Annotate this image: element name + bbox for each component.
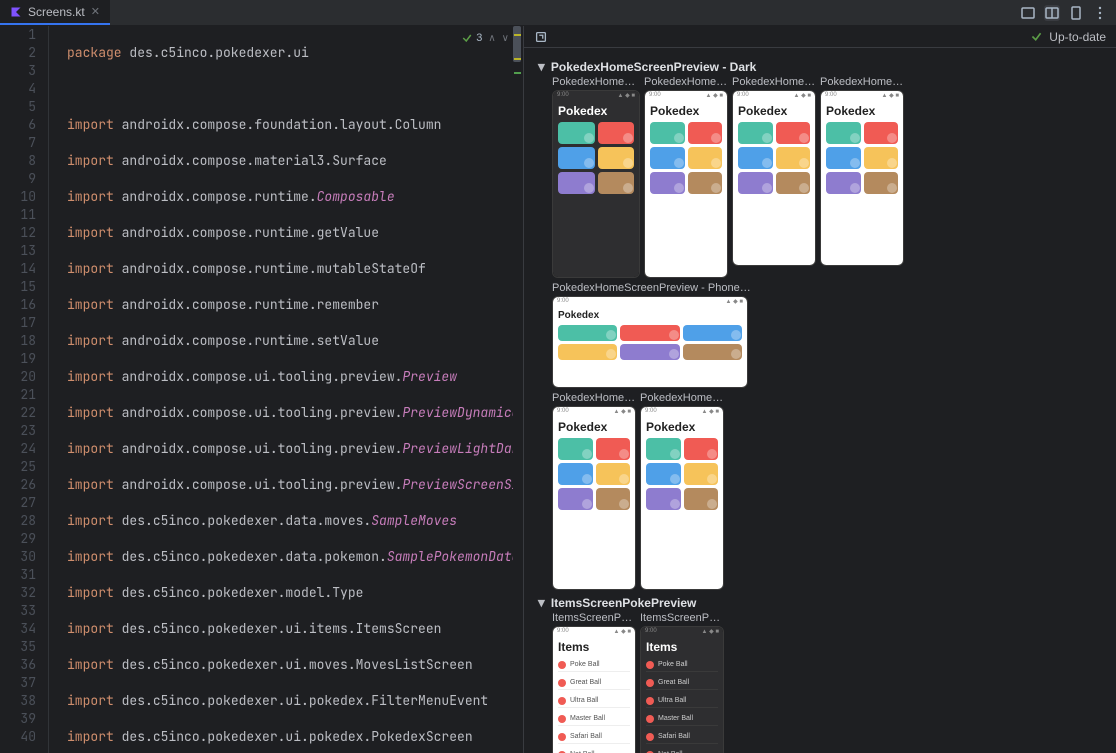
preview-label: PokedexHomeScreenP... xyxy=(640,392,724,404)
line-number-gutter: 1234567891011121314151617181920212223242… xyxy=(0,26,48,753)
scrollbar-thumb[interactable] xyxy=(513,26,521,62)
close-tab-icon[interactable]: ✕ xyxy=(91,5,100,18)
split-view-icon[interactable] xyxy=(1044,5,1060,21)
code-editor[interactable]: 3 ∧ ∨ 1234567891011121314151617181920212… xyxy=(0,26,524,753)
check-icon xyxy=(1030,30,1043,43)
preview-device[interactable]: 9:00▲ ◆ ■Pokedex xyxy=(732,90,816,266)
more-icon[interactable] xyxy=(1092,5,1108,21)
refresh-preview-icon[interactable] xyxy=(534,30,548,44)
preview-label: PokedexHomeScreenP... xyxy=(820,76,904,88)
editor-tabbar: Screens.kt ✕ xyxy=(0,0,1116,26)
highlight-icon xyxy=(461,32,473,44)
preview-toolbar: Up-to-date xyxy=(524,26,1116,48)
highlight-count: 3 xyxy=(476,32,482,44)
preview-surface[interactable]: ▶PokedexHomeScreenPreview - Dark PokedexH… xyxy=(524,48,1116,753)
preview-label: PokedexHomeScreenP... xyxy=(644,76,728,88)
editor-scrollbar[interactable] xyxy=(513,26,523,753)
tabbar-spacer xyxy=(110,0,1012,25)
preview-device[interactable]: 9:00▲ ◆ ■Pokedex xyxy=(644,90,728,278)
preview-device[interactable]: 9:00▲ ◆ ■Pokedex xyxy=(552,90,640,278)
kotlin-file-icon xyxy=(10,6,22,18)
file-tab-name: Screens.kt xyxy=(28,5,85,19)
prev-highlight-icon[interactable]: ∧ xyxy=(488,33,495,44)
editor-inspection-status[interactable]: 3 ∧ ∨ xyxy=(461,32,509,44)
code-view-icon[interactable] xyxy=(1020,5,1036,21)
preview-build-status[interactable]: Up-to-date xyxy=(1030,30,1106,44)
preview-label: ItemsScreenPokePrevi... xyxy=(552,612,636,624)
file-tab[interactable]: Screens.kt ✕ xyxy=(0,0,110,25)
preview-label: PokedexHomeScreenP... xyxy=(732,76,816,88)
preview-device[interactable]: 9:00▲ ◆ ■Pokedex xyxy=(552,296,748,388)
compose-preview-panel: Up-to-date ▶PokedexHomeScreenPreview - D… xyxy=(524,26,1116,753)
preview-status-text: Up-to-date xyxy=(1049,30,1106,44)
next-highlight-icon[interactable]: ∨ xyxy=(502,33,509,44)
preview-device[interactable]: 9:00▲ ◆ ■Pokedex xyxy=(820,90,904,266)
preview-device[interactable]: 9:00▲ ◆ ■ItemsPoke BallGreat BallUltra B… xyxy=(640,626,724,753)
preview-group-header[interactable]: ▶PokedexHomeScreenPreview - Dark xyxy=(538,60,1106,74)
preview-label: PokedexHomeScreenPreview - Phone - Lands… xyxy=(552,282,752,294)
preview-device[interactable]: 9:00▲ ◆ ■Pokedex xyxy=(640,406,724,590)
preview-label: PokedexHomeScreenP... xyxy=(552,392,636,404)
design-view-icon[interactable] xyxy=(1068,5,1084,21)
code-area[interactable]: package des.c5inco.pokedexer.ui import a… xyxy=(48,26,523,753)
preview-group-header[interactable]: ▶ItemsScreenPokePreview xyxy=(538,596,1106,610)
preview-label: PokedexHomeScreenP... xyxy=(552,76,636,88)
tabbar-controls xyxy=(1012,0,1116,25)
preview-label: ItemsScreenPokePrevi... xyxy=(640,612,724,624)
preview-device[interactable]: 9:00▲ ◆ ■ItemsPoke BallGreat BallUltra B… xyxy=(552,626,636,753)
preview-device[interactable]: 9:00▲ ◆ ■Pokedex xyxy=(552,406,636,590)
